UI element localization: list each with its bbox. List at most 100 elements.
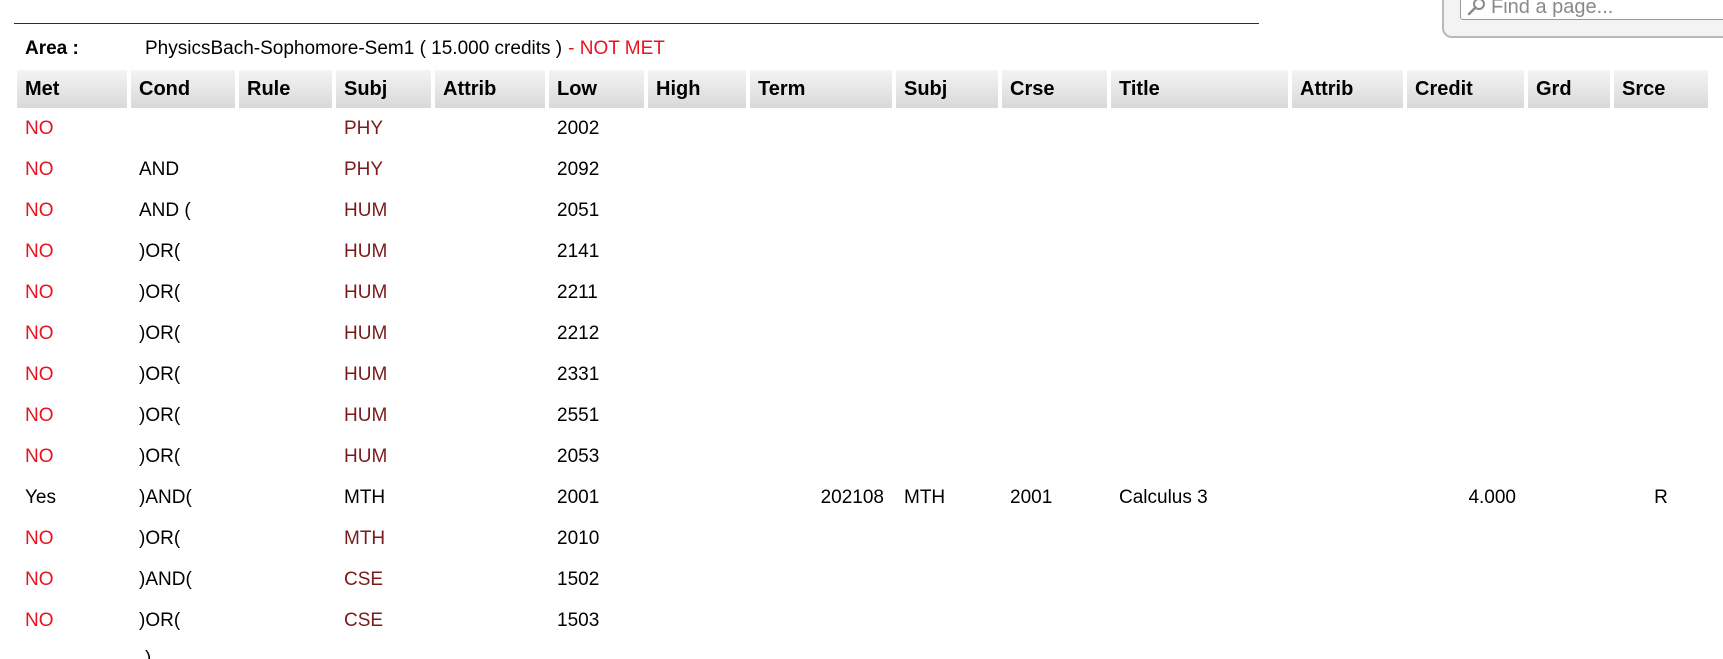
- cell-srce: [1614, 354, 1708, 395]
- cell-term: [750, 354, 892, 395]
- column-header-crse: Crse: [1002, 70, 1107, 108]
- cell-crse: [1002, 190, 1107, 231]
- cell-cond: )OR(: [139, 445, 181, 467]
- cell-course-subj: [896, 313, 998, 354]
- cell-title: [1111, 436, 1288, 477]
- cell-low: 2010: [557, 527, 600, 549]
- area-status: - NOT MET: [568, 38, 665, 59]
- cell-attrib: [435, 149, 545, 190]
- cell-term: [750, 600, 892, 641]
- cell-course-subj: MTH: [904, 486, 946, 508]
- column-header-credit: Credit: [1407, 70, 1524, 108]
- column-header-subj-course: Subj: [896, 70, 998, 108]
- cell-title: [1111, 313, 1288, 354]
- cell-credit: [1407, 231, 1524, 272]
- cell-high: [648, 272, 746, 313]
- cell-grd: [1528, 477, 1610, 518]
- cell-srce: [1614, 149, 1708, 190]
- cell-cond: AND: [139, 158, 180, 180]
- cell-subj: MTH: [344, 527, 386, 549]
- cell-course-subj: [896, 436, 998, 477]
- cell-rule: [239, 518, 332, 559]
- cell-credit: [1407, 108, 1524, 149]
- cell-subj: HUM: [344, 281, 388, 303]
- cell-met: Yes: [25, 486, 56, 508]
- search-icon: [1467, 0, 1485, 16]
- cell-cond: [131, 108, 235, 149]
- cell-title: [1111, 108, 1288, 149]
- cell-low: 2053: [557, 445, 600, 467]
- cell-course-attrib: [1292, 395, 1403, 436]
- column-header-met: Met: [17, 70, 127, 108]
- cell-crse: [1002, 395, 1107, 436]
- cell-grd: [1528, 559, 1610, 600]
- search-field[interactable]: [1460, 0, 1723, 20]
- cell-rule: [239, 313, 332, 354]
- cell-met: NO: [25, 158, 54, 180]
- cell-attrib: [435, 313, 545, 354]
- cell-course-attrib: [1292, 354, 1403, 395]
- table-row: NO)OR(HUM 2053: [17, 436, 1708, 477]
- cell-subj: HUM: [344, 322, 388, 344]
- cell-attrib: [435, 231, 545, 272]
- table-row: NO)OR(HUM 2141: [17, 231, 1708, 272]
- table-row: NO)OR(HUM 2331: [17, 354, 1708, 395]
- cell-course-subj: [896, 518, 998, 559]
- cell-high: [648, 108, 746, 149]
- cell-term: 202108: [820, 486, 884, 508]
- cell-course-subj: [896, 149, 998, 190]
- table-row: NO PHY 2002: [17, 108, 1708, 149]
- cell-met: NO: [25, 117, 54, 139]
- column-header-subj: Subj: [336, 70, 431, 108]
- cell-cond: )OR(: [139, 527, 181, 549]
- cell-course-attrib: [1292, 190, 1403, 231]
- table-row: Yes)AND(MTH 2001 202108 MTH 2001 Calculus 3 4.…: [17, 477, 1708, 518]
- cell-low: 2211: [557, 281, 598, 303]
- table-row: NO)OR(HUM 2551: [17, 395, 1708, 436]
- cell-cond: )AND(: [139, 486, 192, 508]
- column-header-term: Term: [750, 70, 892, 108]
- cell-low: 2141: [557, 240, 600, 262]
- cell-high: [648, 436, 746, 477]
- cell-rule: [239, 395, 332, 436]
- cell-rule: [239, 272, 332, 313]
- cell-term: [750, 436, 892, 477]
- degree-audit-page: Area : PhysicsBach-Sophomore-Sem1 ( 15.0…: [0, 0, 1723, 659]
- cell-course-subj: [896, 190, 998, 231]
- cell-crse: [1002, 313, 1107, 354]
- cell-term: [750, 559, 892, 600]
- table-row: NO)OR(HUM 2212: [17, 313, 1708, 354]
- cell-cond: )OR(: [139, 240, 181, 262]
- cell-cond: )OR(: [139, 404, 181, 426]
- table-header-row: Met Cond Rule Subj Attrib Low High Term …: [17, 70, 1708, 108]
- cell-srce: [1614, 272, 1708, 313]
- cell-attrib: [435, 477, 545, 518]
- cell-srce: [1614, 600, 1708, 641]
- cell-met: NO: [25, 199, 54, 221]
- cell-course-attrib: [1292, 600, 1403, 641]
- cell-attrib: [435, 395, 545, 436]
- cell-course-subj: [896, 354, 998, 395]
- cell-credit: [1407, 272, 1524, 313]
- cell-course-subj: [896, 272, 998, 313]
- cell-high: [648, 518, 746, 559]
- search-input[interactable]: [1487, 0, 1721, 19]
- cell-course-attrib: [1292, 559, 1403, 600]
- cell-met: NO: [25, 240, 54, 262]
- cell-crse: [1002, 436, 1107, 477]
- cell-course-subj: [896, 231, 998, 272]
- cell-high: [648, 559, 746, 600]
- cell-met: NO: [25, 609, 54, 631]
- cell-met: NO: [25, 404, 54, 426]
- cell-srce: [1614, 559, 1708, 600]
- cell-grd: [1528, 190, 1610, 231]
- cell-subj: CSE: [344, 609, 384, 631]
- area-name: PhysicsBach-Sophomore-Sem1 ( 15.000 cred…: [145, 38, 563, 59]
- cell-rule: [239, 436, 332, 477]
- cell-subj: HUM: [344, 199, 388, 221]
- cell-cond: )OR(: [139, 281, 181, 303]
- cell-course-subj: [896, 559, 998, 600]
- requirements-table: Met Cond Rule Subj Attrib Low High Term …: [13, 70, 1712, 641]
- cell-srce: [1614, 436, 1708, 477]
- cell-attrib: [435, 190, 545, 231]
